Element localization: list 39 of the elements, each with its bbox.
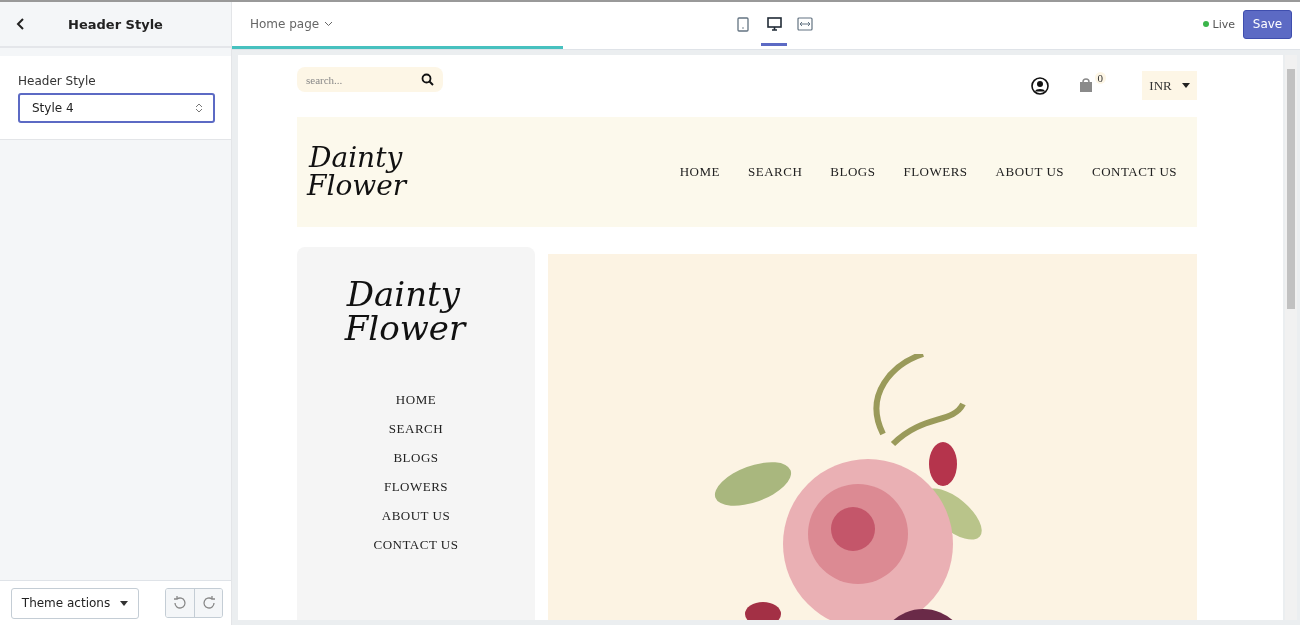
currency-dropdown[interactable]: INR — [1142, 71, 1197, 100]
expand-width-icon — [797, 17, 813, 31]
phone-icon — [737, 16, 749, 32]
nav-link[interactable]: SEARCH — [388, 414, 444, 443]
save-button[interactable]: Save — [1243, 9, 1292, 39]
back-chevron-icon — [16, 17, 26, 31]
nav-link[interactable]: ABOUT US — [381, 501, 451, 530]
panel-title: Header Style — [68, 16, 163, 32]
nav-link[interactable]: FLOWERS — [903, 164, 968, 180]
nav-link[interactable]: ABOUT US — [995, 164, 1064, 180]
nav-link[interactable]: BLOGS — [830, 164, 876, 180]
scrollbar-thumb[interactable] — [1287, 69, 1295, 309]
undo-button[interactable] — [166, 589, 194, 617]
page-dropdown[interactable]: Home page — [244, 16, 340, 32]
search-icon — [421, 73, 434, 86]
caret-icon — [120, 600, 129, 606]
live-status: Live — [1202, 17, 1235, 31]
monitor-icon — [766, 16, 782, 32]
nav-link[interactable]: CONTACT US — [1092, 164, 1177, 180]
nav-link[interactable]: BLOGS — [393, 443, 439, 472]
redo-icon — [201, 596, 216, 610]
account-icon[interactable] — [1030, 76, 1049, 95]
nav-link[interactable]: SEARCH — [748, 164, 803, 180]
search-field[interactable]: search... — [297, 67, 443, 92]
nav-link[interactable]: FLOWERS — [383, 472, 449, 501]
script-logo[interactable]: Dainty Flower — [346, 277, 466, 345]
nav-link[interactable]: HOME — [395, 385, 437, 414]
chevron-down-icon — [324, 21, 334, 27]
theme-actions-button[interactable]: Theme actions — [11, 587, 139, 619]
cart-count: 0 — [1094, 72, 1106, 84]
style-select[interactable]: Style 4 — [18, 93, 215, 123]
updown-caret-icon — [195, 102, 203, 114]
caret-icon — [1181, 83, 1190, 88]
field-label: Header Style — [18, 74, 97, 88]
nav-link[interactable]: HOME — [679, 164, 720, 180]
shopping-bag-icon[interactable] — [1078, 78, 1093, 93]
redo-button[interactable] — [194, 589, 222, 617]
undo-icon — [173, 596, 187, 610]
nav-link[interactable]: CONTACT US — [373, 530, 459, 559]
